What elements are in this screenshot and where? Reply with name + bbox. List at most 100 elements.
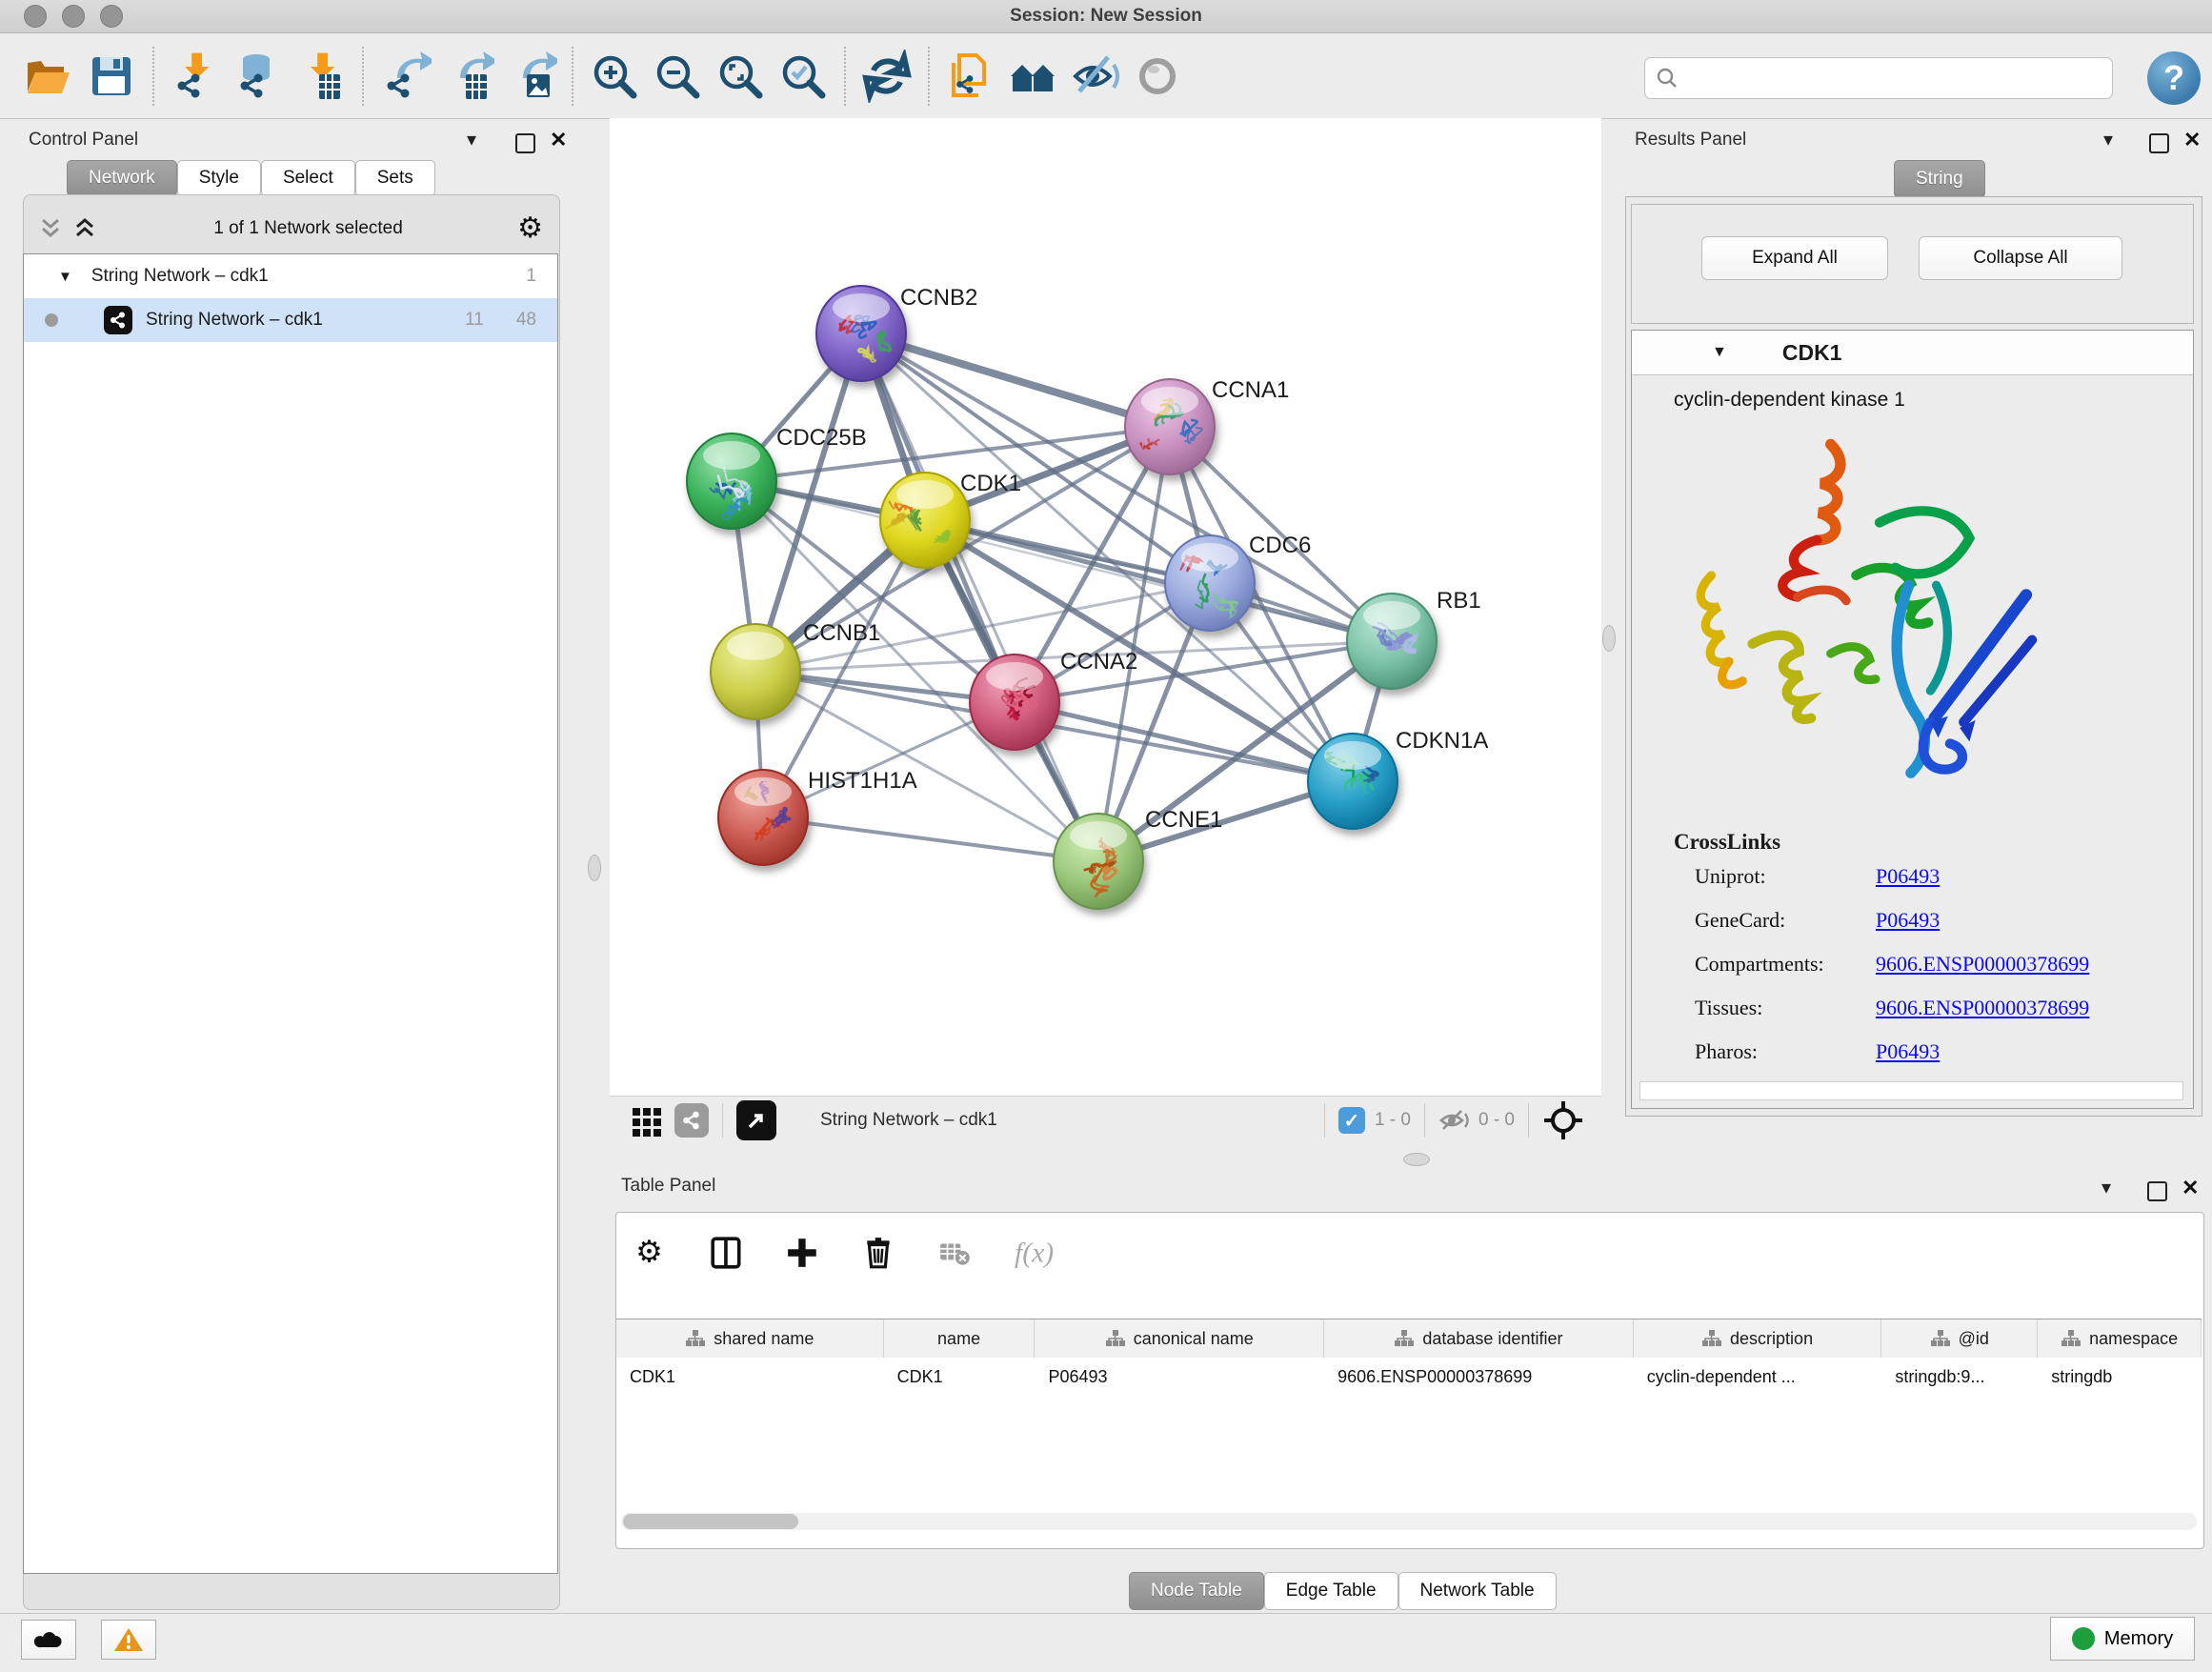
- cell-shared-name[interactable]: CDK1: [616, 1358, 884, 1396]
- zoom-out-button[interactable]: [646, 46, 709, 107]
- eye-slash-button[interactable]: [1065, 46, 1128, 107]
- crosslink-link[interactable]: P06493: [1876, 1039, 1940, 1064]
- collapse-all-button[interactable]: Collapse All: [1919, 236, 2122, 280]
- right-splitter-handle[interactable]: [1602, 625, 1616, 652]
- crosslink-link[interactable]: 9606.ENSP00000378699: [1876, 996, 2089, 1020]
- protein-card-expander-icon[interactable]: ▼: [1712, 344, 1727, 361]
- crosslink-link[interactable]: P06493: [1876, 864, 1940, 889]
- node-CDK1[interactable]: CDK1: [875, 471, 1021, 568]
- delete-columns-button[interactable]: [857, 1235, 901, 1273]
- results-panel-float-icon[interactable]: [2149, 133, 2169, 153]
- column-header-database-identifier[interactable]: database identifier: [1324, 1319, 1634, 1358]
- bottom-splitter-handle[interactable]: [1403, 1153, 1430, 1166]
- column-header-namespace[interactable]: namespace: [2038, 1319, 2202, 1358]
- left-splitter-handle[interactable]: [588, 855, 601, 881]
- help-button[interactable]: ?: [2147, 51, 2201, 105]
- refresh-button[interactable]: [855, 46, 918, 107]
- control-panel-title: Control Panel: [29, 130, 138, 151]
- column-header-name[interactable]: name: [884, 1319, 1036, 1358]
- column-header--id[interactable]: @id: [1881, 1319, 2038, 1358]
- table-row[interactable]: CDK1CDK1P064939606.ENSP00000378699cyclin…: [616, 1358, 2202, 1396]
- homes-button[interactable]: [1002, 46, 1065, 107]
- import-database-button[interactable]: [227, 46, 290, 107]
- orb-button[interactable]: [1128, 46, 1191, 107]
- warnings-button[interactable]: [101, 1620, 156, 1660]
- tree-expander-icon[interactable]: ▼: [58, 269, 72, 285]
- crosslink-link[interactable]: 9606.ENSP00000378699: [1876, 952, 2089, 977]
- function-builder-button[interactable]: f(x): [1010, 1235, 1054, 1273]
- open-file-button[interactable]: [17, 46, 80, 107]
- gear-button[interactable]: ⚙: [629, 1235, 673, 1273]
- memory-button[interactable]: Memory: [2050, 1617, 2195, 1661]
- table-panel-collapse-icon[interactable]: ▾: [2101, 1181, 2111, 1195]
- results-panel-close-icon[interactable]: ✕: [2183, 131, 2201, 148]
- cloud-status-button[interactable]: [21, 1620, 76, 1660]
- add-column-button[interactable]: [781, 1235, 825, 1273]
- network-graph[interactable]: CCNB2 CCNA1 CDC25B CDK1 CDC6 RB1 CCNB1 C…: [614, 124, 1597, 1094]
- zoom-in-button[interactable]: [583, 46, 646, 107]
- collapse-all-icon[interactable]: [36, 216, 65, 241]
- cell-description[interactable]: cyclin-dependent ...: [1634, 1358, 1882, 1396]
- tab-edge-table[interactable]: Edge Table: [1264, 1572, 1398, 1610]
- birdseye-crosshair-icon[interactable]: [1542, 1099, 1584, 1141]
- export-table-button[interactable]: [436, 46, 499, 107]
- cell--id[interactable]: stringdb:9...: [1881, 1358, 2038, 1396]
- control-panel-close-icon[interactable]: ✕: [550, 131, 567, 148]
- split-columns-button[interactable]: [705, 1235, 749, 1273]
- node-CDKN1A[interactable]: CDKN1A: [1308, 728, 1488, 829]
- tab-node-table[interactable]: Node Table: [1129, 1572, 1264, 1610]
- node-CCNE1[interactable]: CCNE1: [1054, 807, 1222, 909]
- node-CCNA2[interactable]: CCNA2: [970, 649, 1137, 750]
- tab-sets[interactable]: Sets: [355, 160, 435, 196]
- detach-view-icon[interactable]: [736, 1100, 776, 1140]
- save-session-button[interactable]: [80, 46, 143, 107]
- network-options-gear-icon[interactable]: ⚙: [517, 214, 543, 243]
- results-panel-collapse-icon[interactable]: ▾: [2103, 133, 2113, 147]
- tab-style[interactable]: Style: [177, 160, 261, 196]
- zoom-selected-button[interactable]: [772, 46, 835, 107]
- network-view-share-icon[interactable]: [674, 1103, 709, 1138]
- protein-card-header[interactable]: ▼ CDK1: [1632, 331, 2193, 375]
- import-network-button[interactable]: [164, 46, 227, 107]
- table-header-row: shared namenamecanonical namedatabase id…: [616, 1319, 2202, 1359]
- table-panel-close-icon[interactable]: ✕: [2182, 1179, 2199, 1196]
- results-tab-string[interactable]: String: [1894, 160, 1985, 198]
- import-table-button[interactable]: [290, 46, 352, 107]
- network-row-selected[interactable]: String Network – cdk1 11 48: [24, 298, 557, 342]
- export-network-button[interactable]: [373, 46, 436, 107]
- table-scrollbar-thumb[interactable]: [623, 1514, 798, 1529]
- cell-database-identifier[interactable]: 9606.ENSP00000378699: [1324, 1358, 1634, 1396]
- cell-namespace[interactable]: stringdb: [2038, 1358, 2202, 1396]
- crosslink-link[interactable]: P06493: [1876, 908, 1940, 933]
- cell-canonical-name[interactable]: P06493: [1035, 1358, 1324, 1396]
- control-panel-collapse-icon[interactable]: ▾: [467, 133, 476, 147]
- table-panel-float-icon[interactable]: [2147, 1181, 2167, 1201]
- tab-network[interactable]: Network: [67, 160, 177, 196]
- node-CCNA1[interactable]: CCNA1: [1125, 377, 1289, 474]
- string-files-button[interactable]: [939, 46, 1002, 107]
- grid-view-icon[interactable]: [631, 1104, 663, 1137]
- export-image-button[interactable]: [499, 46, 562, 107]
- column-header-description[interactable]: description: [1634, 1319, 1882, 1358]
- tab-network-table[interactable]: Network Table: [1398, 1572, 1557, 1610]
- node-HIST1H1A[interactable]: HIST1H1A: [718, 768, 917, 865]
- search-input[interactable]: [1679, 68, 2112, 90]
- tab-select[interactable]: Select: [261, 160, 355, 196]
- expand-all-icon[interactable]: [70, 216, 99, 241]
- cell-name[interactable]: CDK1: [884, 1358, 1036, 1396]
- table-horizontal-scrollbar[interactable]: [621, 1513, 2197, 1530]
- column-header-shared-name[interactable]: shared name: [616, 1319, 884, 1358]
- selected-checkbox-icon[interactable]: ✓: [1338, 1107, 1365, 1134]
- expand-all-button[interactable]: Expand All: [1701, 236, 1888, 280]
- zoom-fit-button[interactable]: [709, 46, 772, 107]
- clear-table-button[interactable]: [934, 1235, 977, 1273]
- node-CDC25B[interactable]: CDC25B: [687, 425, 867, 529]
- edge-HIST1H1A-CCNE1[interactable]: [763, 817, 1098, 861]
- control-panel-float-icon[interactable]: [515, 133, 535, 153]
- edge-CDK1-RB1[interactable]: [925, 520, 1392, 641]
- edge-CCNB2-CCNA1[interactable]: [861, 333, 1170, 427]
- column-header-canonical-name[interactable]: canonical name: [1035, 1319, 1324, 1358]
- search-box[interactable]: [1644, 57, 2113, 99]
- node-RB1[interactable]: RB1: [1347, 588, 1481, 689]
- network-collection-row[interactable]: ▼ String Network – cdk1 1: [24, 254, 557, 298]
